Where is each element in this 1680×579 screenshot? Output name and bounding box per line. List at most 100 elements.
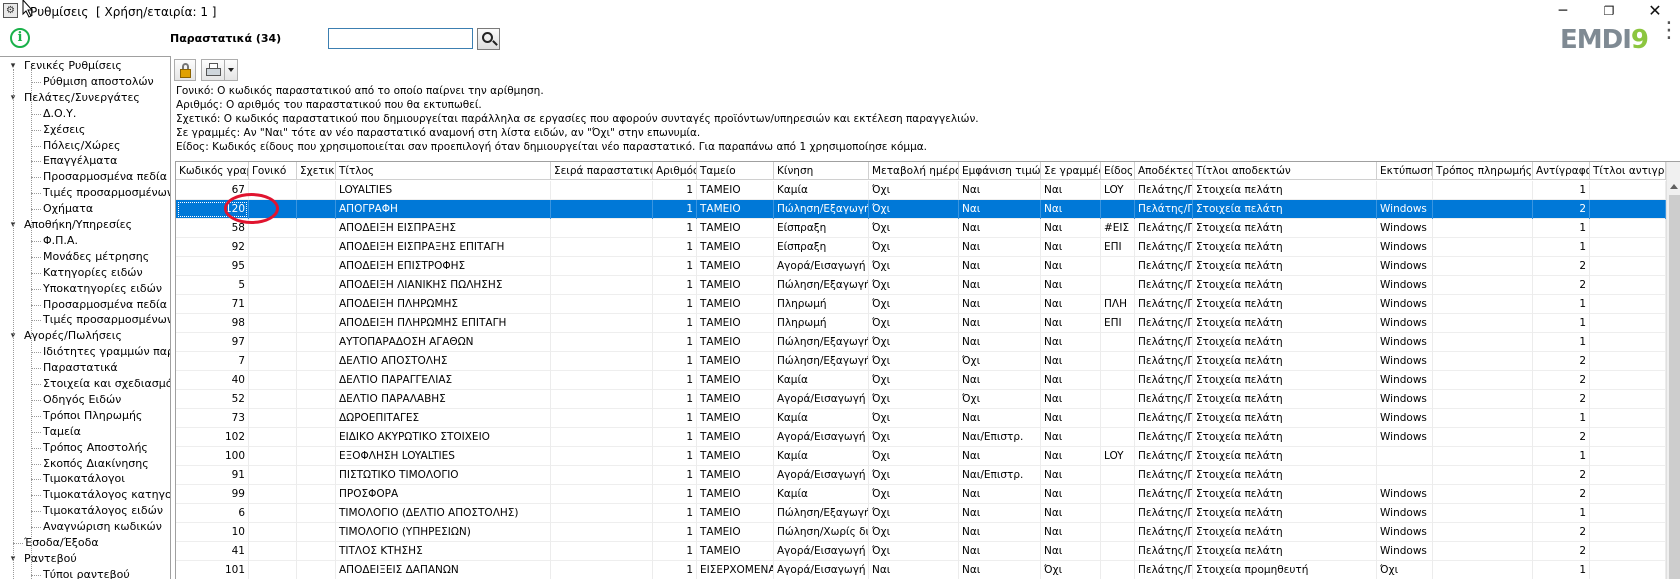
table-cell[interactable] <box>1590 333 1666 352</box>
table-cell[interactable]: Ναι <box>1041 219 1101 238</box>
column-header[interactable]: Σχετικό <box>297 162 336 180</box>
table-cell[interactable]: Πώληση/Εξαγωγή <box>774 200 869 219</box>
tree-item[interactable]: Σκοπός Διακίνησης <box>43 456 149 472</box>
tree-group[interactable]: Αγορές/Πωλήσεις <box>24 328 122 344</box>
column-header[interactable]: Αριθμός <box>653 162 697 180</box>
table-cell[interactable]: Στοιχεία πελάτη <box>1193 371 1377 390</box>
table-cell[interactable]: 1 <box>653 219 697 238</box>
table-row[interactable]: 71 ΑΠΟΔΕΙΞΗ ΠΛΗΡΩΜΗΣ 1 ΤΑΜΕΙΟ Πληρωμή Όχι Ναι Ν… <box>176 295 1666 314</box>
table-cell[interactable]: ΕΞΟΦΛΗΣΗ LOYALTIES <box>336 447 551 466</box>
column-header[interactable]: Κωδικός γραμμής <box>176 162 249 180</box>
table-cell[interactable]: Όχι <box>869 466 959 485</box>
documents-grid[interactable]: Κωδικός γραμμήςΓονικόΣχετικόΤίτλοςΣειρά … <box>175 161 1680 579</box>
table-cell[interactable] <box>1590 371 1666 390</box>
table-cell[interactable]: Windows <box>1377 200 1433 219</box>
table-cell[interactable]: Όχι <box>869 542 959 561</box>
settings-tree[interactable]: ▾ Γενικές Ρυθμίσεις Ρύθμιση αποστολών ▾ Πελά… <box>0 56 171 579</box>
table-cell[interactable] <box>249 314 297 333</box>
table-cell[interactable]: Καμία <box>774 181 869 200</box>
table-cell[interactable] <box>1433 219 1533 238</box>
table-cell[interactable]: Στοιχεία πελάτη <box>1193 314 1377 333</box>
table-row[interactable]: 95 ΑΠΟΔΕΙΞΗ ΕΠΙΣΤΡΟΦΗΣ 1 ΤΑΜΕΙΟ Αγορά/Εισαγω… <box>176 257 1666 276</box>
table-cell[interactable]: Windows <box>1377 352 1433 371</box>
table-cell[interactable] <box>1101 561 1135 579</box>
table-cell[interactable]: Στοιχεία πελάτη <box>1193 409 1377 428</box>
table-cell[interactable] <box>297 542 336 561</box>
table-cell[interactable] <box>1433 561 1533 579</box>
table-cell[interactable]: 2 <box>1533 542 1590 561</box>
print-button[interactable] <box>201 59 225 81</box>
table-cell[interactable]: 1 <box>653 390 697 409</box>
table-cell[interactable] <box>249 466 297 485</box>
column-header[interactable]: Εκτύπωση <box>1377 162 1433 180</box>
table-cell[interactable] <box>249 257 297 276</box>
table-cell[interactable]: 1 <box>653 238 697 257</box>
table-cell[interactable]: Ναι <box>1041 542 1101 561</box>
table-cell[interactable]: ΤΑΜΕΙΟ <box>697 219 774 238</box>
table-cell[interactable]: Ναι <box>959 485 1041 504</box>
tree-item[interactable]: Τρόπος Αποστολής <box>43 440 148 456</box>
table-cell[interactable] <box>1590 238 1666 257</box>
table-cell[interactable] <box>551 333 653 352</box>
table-cell[interactable]: Στοιχεία πελάτη <box>1193 200 1377 219</box>
tree-item[interactable]: Ρύθμιση αποστολών <box>43 74 154 90</box>
table-cell[interactable] <box>1590 447 1666 466</box>
table-cell[interactable]: ΤΑΜΕΙΟ <box>697 238 774 257</box>
table-cell[interactable]: Ναι <box>959 504 1041 523</box>
table-cell[interactable] <box>1433 181 1533 200</box>
table-cell[interactable] <box>1433 409 1533 428</box>
table-cell[interactable] <box>1590 181 1666 200</box>
table-cell[interactable]: ΤΙΜΟΛΟΓΙΟ (ΔΕΛΤΙΟ ΑΠΟΣΤΟΛΗΣ) <box>336 504 551 523</box>
table-cell[interactable]: Πελάτης/Πρ <box>1135 257 1193 276</box>
table-row[interactable]: 6 ΤΙΜΟΛΟΓΙΟ (ΔΕΛΤΙΟ ΑΠΟΣΤΟΛΗΣ) 1 ΤΑΜΕΙΟ Πώλη… <box>176 504 1666 523</box>
table-cell[interactable]: ΤΑΜΕΙΟ <box>697 523 774 542</box>
table-cell[interactable]: 1 <box>1533 295 1590 314</box>
table-cell[interactable]: ΕΠΙ <box>1101 314 1135 333</box>
table-cell[interactable] <box>1433 238 1533 257</box>
table-cell[interactable]: 91 <box>176 466 249 485</box>
table-cell[interactable]: Αγορά/Εισαγωγή ε <box>774 542 869 561</box>
table-cell[interactable]: ΤΑΜΕΙΟ <box>697 447 774 466</box>
table-cell[interactable]: Όχι <box>869 200 959 219</box>
table-cell[interactable]: Όχι <box>869 523 959 542</box>
table-cell[interactable] <box>249 276 297 295</box>
table-cell[interactable] <box>551 181 653 200</box>
table-cell[interactable]: Ναι <box>959 181 1041 200</box>
table-cell[interactable] <box>297 295 336 314</box>
table-cell[interactable]: 1 <box>653 485 697 504</box>
table-cell[interactable]: Στοιχεία πελάτη <box>1193 238 1377 257</box>
table-cell[interactable] <box>1101 257 1135 276</box>
table-row[interactable]: 102 ΕΙΔΙΚΟ ΑΚΥΡΩΤΙΚΟ ΣΤΟΙΧΕΙΟ 1 ΤΑΜΕΙΟ Αγορά… <box>176 428 1666 447</box>
table-cell[interactable] <box>1590 485 1666 504</box>
table-cell[interactable]: Όχι <box>869 447 959 466</box>
table-cell[interactable] <box>1590 295 1666 314</box>
table-cell[interactable] <box>249 371 297 390</box>
table-cell[interactable] <box>1590 523 1666 542</box>
table-row[interactable]: 67 LOYALTIES 1 ΤΑΜΕΙΟ Καμία Όχι Ναι Ναι LOY Πελάτ… <box>176 181 1666 200</box>
column-header[interactable]: Εμφάνιση τιμών <box>959 162 1041 180</box>
table-cell[interactable]: Πελάτης/Πρ <box>1135 295 1193 314</box>
table-cell[interactable]: Ναι <box>959 219 1041 238</box>
table-cell[interactable]: 1 <box>653 314 697 333</box>
tree-item[interactable]: Πόλεις/Χώρες <box>43 138 120 154</box>
table-row[interactable]: 41 ΤΙΤΛΟΣ ΚΤΗΣΗΣ 1 ΤΑΜΕΙΟ Αγορά/Εισαγωγή ε Όχ… <box>176 542 1666 561</box>
table-cell[interactable]: ΠΡΟΣΦΟΡΑ <box>336 485 551 504</box>
table-cell[interactable] <box>1433 276 1533 295</box>
table-cell[interactable]: Windows <box>1377 504 1433 523</box>
table-cell[interactable]: Πώληση/Χωρίς διακ <box>774 523 869 542</box>
tree-item[interactable]: Επαγγέλματα <box>43 153 117 169</box>
tree-item[interactable]: Σχέσεις <box>43 122 85 138</box>
table-cell[interactable]: Αγορά/Εισαγωγή ε <box>774 466 869 485</box>
tree-item[interactable]: Τιμοκατάλογος κατηγοριώ <box>43 487 170 503</box>
table-row[interactable]: 98 ΑΠΟΔΕΙΞΗ ΠΛΗΡΩΜΗΣ ΕΠΙΤΑΓΗ 1 ΤΑΜΕΙΟ Πληρωμ… <box>176 314 1666 333</box>
table-cell[interactable]: 2 <box>1533 352 1590 371</box>
table-cell[interactable] <box>551 542 653 561</box>
table-cell[interactable]: Όχι <box>869 295 959 314</box>
table-cell[interactable] <box>1101 466 1135 485</box>
table-cell[interactable] <box>1433 504 1533 523</box>
table-cell[interactable]: ΤΙΤΛΟΣ ΚΤΗΣΗΣ <box>336 542 551 561</box>
table-cell[interactable] <box>249 447 297 466</box>
table-cell[interactable]: ΑΥΤΟΠΑΡΑΔΟΣΗ ΑΓΑΘΩΝ <box>336 333 551 352</box>
table-cell[interactable]: Όχι <box>1377 561 1433 579</box>
table-cell[interactable]: Στοιχεία πελάτη <box>1193 504 1377 523</box>
